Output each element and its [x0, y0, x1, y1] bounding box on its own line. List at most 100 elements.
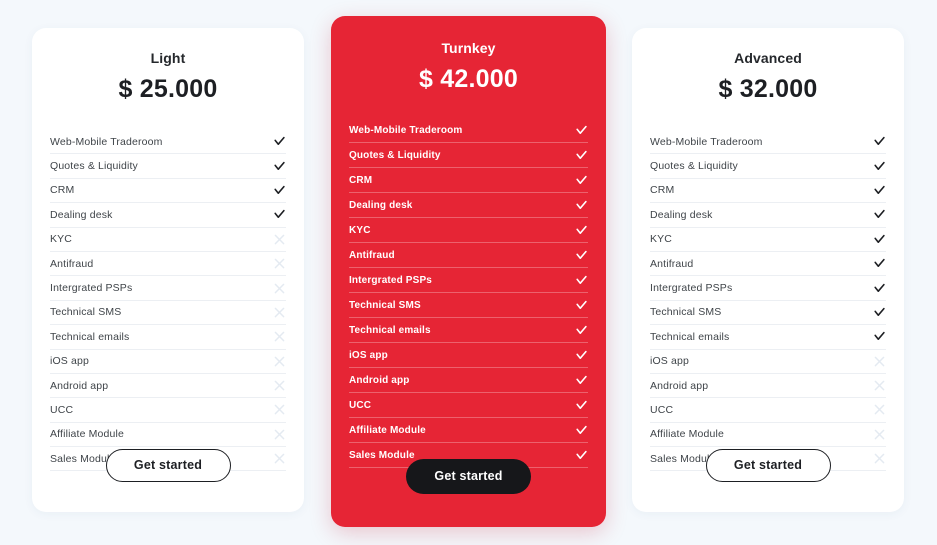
- cross-icon: [872, 354, 886, 368]
- check-icon: [574, 148, 588, 162]
- feature-label: CRM: [650, 184, 675, 197]
- feature-row: CRM: [650, 179, 886, 204]
- plan-name: Advanced: [734, 50, 802, 66]
- plan-name: Light: [150, 50, 186, 66]
- feature-label: Quotes & Liquidity: [50, 160, 138, 173]
- feature-row: Quotes & Liquidity: [349, 143, 588, 168]
- feature-row: KYC: [50, 228, 286, 252]
- feature-label: CRM: [349, 174, 373, 186]
- feature-row: Technical emails: [650, 325, 886, 350]
- feature-row: Dealing desk: [650, 203, 886, 228]
- feature-label: Quotes & Liquidity: [349, 149, 441, 161]
- cross-icon: [272, 354, 286, 368]
- feature-row: CRM: [50, 179, 286, 204]
- feature-label: Antifraud: [349, 249, 395, 261]
- cross-icon: [272, 403, 286, 417]
- check-icon: [872, 281, 886, 295]
- feature-label: Dealing desk: [50, 208, 113, 221]
- feature-row: Intergrated PSPs: [349, 268, 588, 293]
- cross-icon: [272, 305, 286, 319]
- feature-row: Quotes & Liquidity: [650, 154, 886, 179]
- feature-row: Dealing desk: [50, 203, 286, 228]
- cross-icon: [272, 330, 286, 344]
- cross-icon: [272, 232, 286, 246]
- check-icon: [574, 173, 588, 187]
- feature-label: Web-Mobile Traderoom: [50, 135, 163, 148]
- cross-icon: [272, 379, 286, 393]
- feature-label: UCC: [650, 403, 674, 416]
- get-started-button[interactable]: Get started: [705, 448, 831, 482]
- feature-label: Technical emails: [349, 324, 431, 336]
- feature-row: Android app: [50, 374, 286, 399]
- feature-label: Technical SMS: [650, 306, 722, 319]
- feature-label: Android app: [349, 374, 410, 386]
- check-icon: [574, 273, 588, 287]
- feature-label: Affiliate Module: [349, 424, 426, 436]
- feature-label: Android app: [50, 379, 109, 392]
- feature-label: iOS app: [349, 349, 388, 361]
- feature-label: KYC: [650, 233, 673, 246]
- plan-price: $ 32.000: [718, 75, 818, 103]
- plan-price: $ 25.000: [118, 75, 218, 103]
- feature-list: Web-Mobile Traderoom Quotes & Liquidity CR…: [50, 130, 286, 472]
- check-icon: [872, 305, 886, 319]
- feature-row: Intergrated PSPs: [650, 276, 886, 301]
- feature-row: CRM: [349, 168, 588, 193]
- check-icon: [272, 135, 286, 149]
- feature-label: Antifraud: [50, 257, 94, 270]
- feature-label: iOS app: [50, 355, 89, 368]
- check-icon: [574, 373, 588, 387]
- pricing-card-turnkey: Turnkey $ 42.000 Web-Mobile Traderoom Quo…: [331, 16, 606, 527]
- feature-label: KYC: [50, 233, 73, 246]
- cta-area: Get started: [331, 435, 606, 517]
- feature-row: Technical SMS: [349, 293, 588, 318]
- check-icon: [574, 123, 588, 137]
- feature-label: Intergrated PSPs: [349, 274, 432, 286]
- check-icon: [574, 223, 588, 237]
- cta-area: Get started: [632, 424, 904, 506]
- feature-row: Antifraud: [349, 243, 588, 268]
- feature-label: Intergrated PSPs: [650, 282, 733, 295]
- feature-row: UCC: [650, 398, 886, 423]
- feature-label: UCC: [50, 403, 74, 416]
- cross-icon: [872, 403, 886, 417]
- feature-row: KYC: [650, 228, 886, 252]
- cta-area: Get started: [32, 424, 304, 506]
- feature-label: Intergrated PSPs: [50, 282, 133, 295]
- feature-row: Technical SMS: [650, 301, 886, 326]
- feature-row: KYC: [349, 218, 588, 243]
- feature-label: CRM: [50, 184, 75, 197]
- get-started-button[interactable]: Get started: [406, 458, 531, 494]
- check-icon: [272, 208, 286, 222]
- feature-row: Android app: [349, 368, 588, 393]
- check-icon: [574, 248, 588, 262]
- feature-row: iOS app: [650, 350, 886, 374]
- feature-row: iOS app: [349, 343, 588, 368]
- feature-label: Quotes & Liquidity: [650, 160, 738, 173]
- feature-label: Technical SMS: [50, 306, 122, 319]
- cross-icon: [872, 379, 886, 393]
- cross-icon: [272, 257, 286, 271]
- check-icon: [872, 330, 886, 344]
- feature-row: Technical SMS: [50, 301, 286, 326]
- feature-label: Technical emails: [50, 330, 130, 343]
- plan-name: Turnkey: [441, 40, 496, 56]
- plan-price: $ 42.000: [419, 65, 518, 93]
- feature-row: UCC: [349, 393, 588, 418]
- feature-row: Web-Mobile Traderoom: [50, 130, 286, 155]
- feature-row: Intergrated PSPs: [50, 276, 286, 301]
- check-icon: [872, 257, 886, 271]
- check-icon: [574, 298, 588, 312]
- pricing-table: Light $ 25.000 Web-Mobile Traderoom Quote…: [0, 0, 937, 545]
- feature-row: Antifraud: [650, 252, 886, 277]
- check-icon: [872, 208, 886, 222]
- feature-label: Dealing desk: [349, 199, 413, 211]
- check-icon: [872, 232, 886, 246]
- feature-list: Web-Mobile Traderoom Quotes & Liquidity CR…: [349, 118, 588, 468]
- feature-label: Dealing desk: [650, 208, 713, 221]
- feature-label: Antifraud: [650, 257, 694, 270]
- get-started-button[interactable]: Get started: [105, 448, 231, 482]
- check-icon: [272, 159, 286, 173]
- feature-row: iOS app: [50, 350, 286, 374]
- feature-label: KYC: [349, 224, 371, 236]
